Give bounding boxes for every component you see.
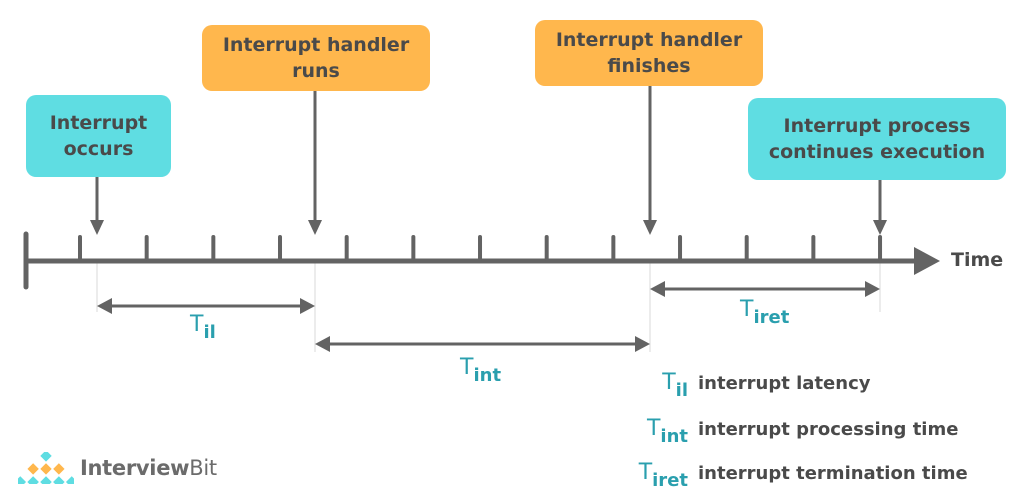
interval-il-right-arrowhead [300,298,315,314]
event-label-line2: occurs [63,138,134,160]
event-label-line1: Interrupt [49,112,148,134]
legend-symbol-subscript: int [660,426,688,447]
legend-text: interrupt termination time [698,463,968,484]
event-arrowhead [873,220,887,235]
interval-iret-right-arrowhead [865,281,880,297]
interval-label-il: Til [190,312,216,343]
interval-symbol: T [740,297,754,322]
event-label-line2: continues execution [768,141,986,163]
axis-label-time: Time [951,249,1004,271]
event-label-line2: runs [292,60,340,82]
legend-symbol-letter: T [638,460,653,485]
legend-symbol: Tint [626,416,688,447]
interval-symbol: T [460,355,474,380]
event-label-line2: finishes [607,55,691,77]
interval-symbol: T [190,312,204,337]
logo-text: InterviewBit [80,456,217,480]
interval-subscript: iret [753,307,790,328]
interviewbit-logo: InterviewBit [18,452,217,484]
legend-symbol-subscript: il [675,380,688,401]
legend-symbol-letter: T [646,416,661,441]
event-box-interrupt-occurs: Interrupt occurs [26,95,171,177]
event-box-process-continues: Interrupt process continues execution [748,98,1006,180]
legend-item-int: Tint interrupt processing time [626,416,958,447]
axis-ticks [78,235,883,261]
event-arrowhead [308,220,322,235]
event-box-handler-finishes: Interrupt handler finishes [535,20,763,86]
event-box-handler-runs: Interrupt handler runs [202,25,430,91]
interval-label-iret: Tiret [740,297,789,328]
legend-text: interrupt processing time [698,419,959,440]
event-arrowhead [643,220,657,235]
event-label-line1: Interrupt handler [555,29,743,51]
axis-arrowhead [914,247,940,275]
legend-item-iret: Tiret interrupt termination time [626,460,968,491]
event-arrowheads [90,220,887,235]
interval-int-left-arrowhead [315,336,330,352]
interval-iret-left-arrowhead [650,281,665,297]
legend-symbol: Til [626,370,688,401]
legend-symbol-subscript: iret [652,470,688,491]
logo-diamond-icon [18,452,74,484]
interval-il-left-arrowhead [97,298,112,314]
interval-label-int: Tint [460,355,501,386]
time-axis [23,231,921,290]
legend-symbol-letter: T [662,370,676,395]
interval-subscript: il [203,322,216,343]
logo-text-regular: Bit [189,456,217,480]
logo-text-bold: Interview [80,456,190,480]
legend-text: interrupt latency [698,373,871,394]
legend-symbol: Tiret [626,460,688,491]
event-label-line1: Interrupt handler [222,34,410,56]
event-label-line1: Interrupt process [783,115,971,137]
interval-int-right-arrowhead [635,336,650,352]
legend-item-il: Til interrupt latency [626,370,870,401]
interval-subscript: int [473,365,502,386]
event-arrowhead [90,220,104,235]
